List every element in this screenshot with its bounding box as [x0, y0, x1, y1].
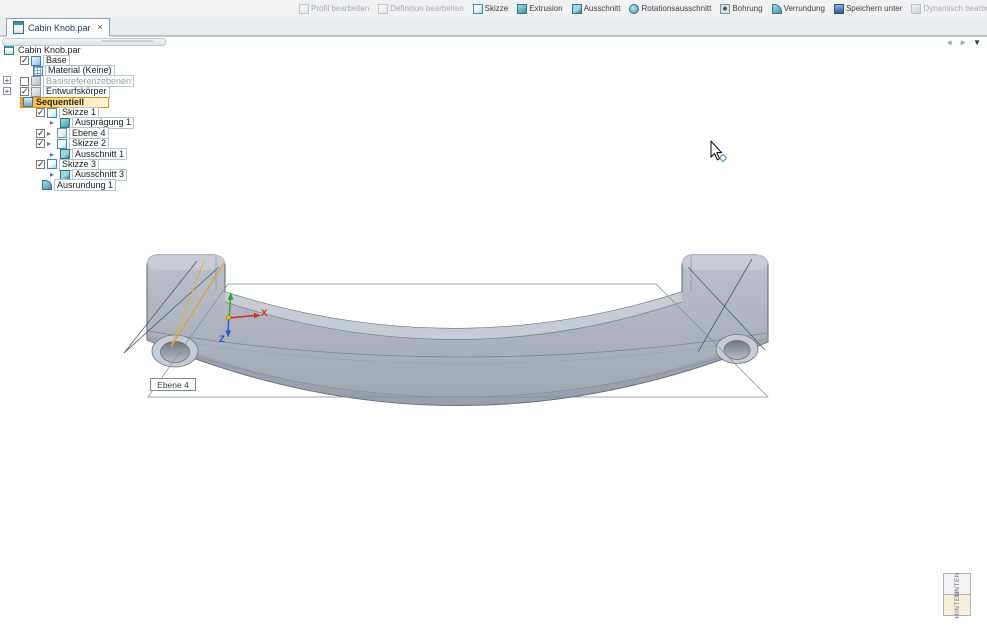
- sequential-mode-icon: [23, 97, 33, 108]
- ebene4-checkbox[interactable]: [36, 128, 45, 139]
- cutout-icon: [571, 3, 582, 14]
- sketch-icon: [472, 3, 483, 14]
- scroll-right-icon[interactable]: ►: [959, 38, 967, 47]
- reference-planes-icon: [31, 76, 41, 87]
- feature-link-icon: [50, 150, 58, 159]
- button-label: Speichern unter: [845, 4, 903, 13]
- button-label: Definition bearbeiten: [390, 4, 464, 13]
- 3d-viewport[interactable]: [0, 0, 987, 625]
- hole-icon: [720, 3, 731, 14]
- side-tab-hinten[interactable]: HINTEN: [943, 591, 971, 619]
- part-document-icon: [4, 45, 14, 56]
- round-icon: [42, 180, 52, 191]
- tab-title: Cabin Knob.par: [28, 22, 91, 33]
- tab-close-icon[interactable]: ×: [98, 23, 103, 32]
- extrusion-button[interactable]: Extrusion: [514, 3, 565, 15]
- button-label: Extrusion: [529, 4, 563, 13]
- expand-icon[interactable]: [3, 76, 11, 85]
- part-document-icon: [13, 21, 24, 34]
- handle-model: [146, 254, 769, 406]
- extrude-icon: [517, 3, 528, 14]
- tab-scroll-nav: ◄ ► ▼: [945, 38, 981, 47]
- design-body-icon: [31, 86, 41, 97]
- tree-item-ausrundung-1[interactable]: Ausrundung 1: [2, 179, 134, 192]
- command-toolbar: Profil bearbeiten Definition bearbeiten …: [296, 1, 987, 16]
- save-as-icon: [833, 3, 844, 14]
- skizze2-checkbox[interactable]: [36, 138, 45, 149]
- refplanes-checkbox[interactable]: [20, 76, 29, 86]
- button-label: Profil bearbeiten: [311, 4, 370, 13]
- feature-link-icon: [50, 170, 58, 179]
- revolved-cutout-icon: [629, 3, 640, 14]
- docked-view-tabs: UNTEN HINTEN: [943, 572, 971, 619]
- sketch-icon: [47, 159, 57, 170]
- speichern-unter-button[interactable]: Speichern unter: [831, 3, 905, 15]
- skizze-button[interactable]: Skizze: [470, 3, 512, 15]
- axis-x-label: X: [261, 308, 268, 319]
- rotationsausschnitt-button[interactable]: Rotationsausschnitt: [626, 3, 714, 15]
- sketch-icon: [47, 107, 57, 118]
- button-label: Bohrung: [732, 4, 763, 13]
- designbody-checkbox[interactable]: [20, 86, 29, 97]
- button-label: Rotationsausschnitt: [641, 4, 712, 13]
- feature-link-icon: [50, 118, 58, 127]
- profile-edit-icon: [299, 3, 309, 14]
- tree-item-entwurfskoerper[interactable]: Entwurfskörper: [2, 85, 134, 98]
- definition-bearbeiten-button[interactable]: Definition bearbeiten: [375, 3, 466, 15]
- dynamisch-bearbeiten-button[interactable]: Dynamisch bearbeiten: [908, 3, 987, 15]
- scroll-left-icon[interactable]: ◄: [945, 38, 953, 47]
- base-checkbox[interactable]: [20, 55, 29, 66]
- plane-icon: [57, 128, 67, 139]
- pathfinder-tree: Cabin Knob.par Base Material (Keine) Bas…: [2, 45, 135, 192]
- button-label: Dynamisch bearbeiten: [923, 4, 987, 13]
- skizze3-checkbox[interactable]: [36, 159, 45, 170]
- pathfinder-grip[interactable]: [2, 38, 166, 46]
- axis-z-label: Z: [219, 334, 225, 345]
- top-chrome: Profil bearbeiten Definition bearbeiten …: [0, 0, 987, 47]
- dynamic-edit-icon: [911, 3, 922, 14]
- sketch-icon: [57, 138, 67, 149]
- bohrung-button[interactable]: Bohrung: [717, 3, 765, 15]
- profil-bearbeiten-button[interactable]: Profil bearbeiten: [296, 3, 372, 15]
- document-tab-bar: Cabin Knob.par × ◄ ► ▼: [0, 17, 987, 47]
- skizze1-checkbox[interactable]: [36, 107, 45, 118]
- mouse-cursor: [710, 140, 728, 163]
- button-label: Verrundung: [783, 4, 825, 13]
- feature-link-icon: [47, 129, 55, 138]
- feature-link-icon: [47, 139, 55, 148]
- round-icon: [771, 3, 782, 14]
- base-icon: [31, 55, 41, 66]
- button-label: Skizze: [484, 4, 509, 13]
- ausschnitt-button[interactable]: Ausschnitt: [569, 3, 624, 15]
- verrundung-button[interactable]: Verrundung: [769, 3, 828, 15]
- tab-cabin-knob[interactable]: Cabin Knob.par ×: [6, 18, 110, 37]
- tree-item-label: Ausrundung 1: [54, 179, 117, 192]
- plane-label: Ebene 4: [150, 378, 196, 391]
- tab-list-dropdown-icon[interactable]: ▼: [973, 38, 981, 47]
- definition-edit-icon: [378, 3, 389, 14]
- material-icon: [33, 65, 43, 76]
- side-tab-label: HINTEN: [953, 591, 961, 619]
- button-label: Ausschnitt: [583, 4, 621, 13]
- expand-icon[interactable]: [3, 86, 11, 95]
